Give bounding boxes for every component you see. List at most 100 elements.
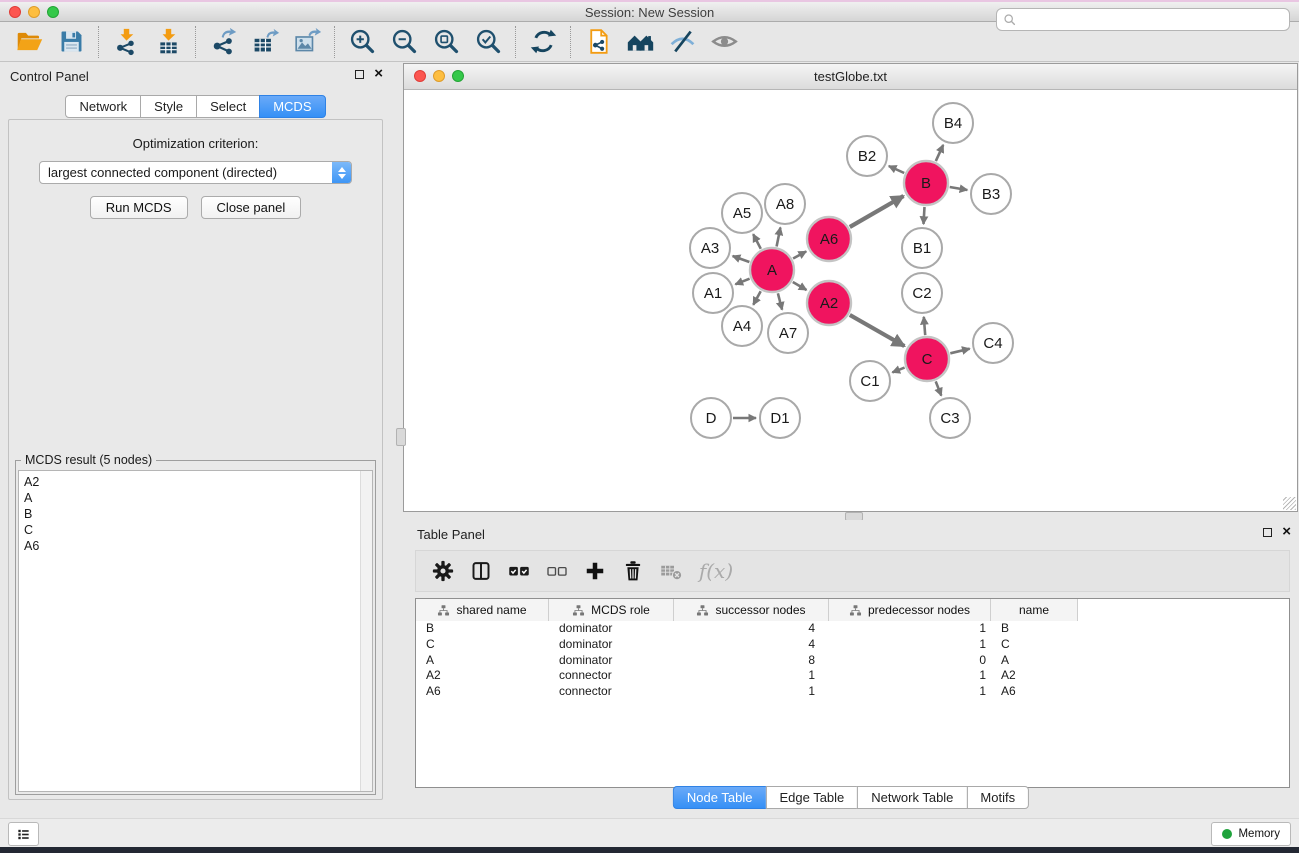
result-scrollbar[interactable]	[360, 471, 372, 791]
table-row[interactable]: Bdominator41B	[416, 621, 1289, 637]
select-all-button[interactable]	[500, 553, 538, 589]
result-item-c[interactable]: C	[24, 522, 372, 538]
table-cell[interactable]: B	[416, 621, 549, 637]
zoom-fit-button[interactable]	[425, 25, 467, 59]
table-cell[interactable]: 1	[829, 684, 991, 700]
import-network-button[interactable]	[105, 25, 147, 59]
table-row[interactable]: A6connector11A6	[416, 684, 1289, 700]
table-cell[interactable]: A6	[416, 684, 549, 700]
table-cell[interactable]: 8	[674, 653, 829, 669]
search-input[interactable]	[1020, 12, 1289, 28]
zoom-in-button[interactable]	[341, 25, 383, 59]
edge-B-B4[interactable]	[936, 145, 943, 161]
refresh-button[interactable]	[522, 25, 564, 59]
settings-button[interactable]	[424, 553, 462, 589]
tab-motifs[interactable]: Motifs	[966, 786, 1029, 809]
table-cell[interactable]: dominator	[549, 653, 674, 669]
show-columns-button[interactable]	[462, 553, 500, 589]
column-header-MCDS-role[interactable]: MCDS role	[549, 599, 674, 621]
table-cell[interactable]: A6	[991, 684, 1078, 700]
result-item-b[interactable]: B	[24, 506, 372, 522]
open-file-button[interactable]	[8, 25, 50, 59]
node-table[interactable]: shared nameMCDS rolesuccessor nodesprede…	[415, 598, 1290, 788]
table-cell[interactable]: 1	[829, 637, 991, 653]
tab-select[interactable]: Select	[196, 95, 260, 118]
edge-A-A2[interactable]	[793, 282, 807, 290]
tab-mcds[interactable]: MCDS	[259, 95, 325, 118]
edge-A-A5[interactable]	[753, 234, 761, 249]
table-cell[interactable]: 4	[674, 637, 829, 653]
table-cell[interactable]: 1	[674, 668, 829, 684]
table-row[interactable]: Adominator80A	[416, 653, 1289, 669]
network-overview-button[interactable]	[619, 25, 661, 59]
table-cell[interactable]: dominator	[549, 621, 674, 637]
column-header-successor-nodes[interactable]: successor nodes	[674, 599, 829, 621]
export-image-button[interactable]	[286, 25, 328, 59]
result-item-a2[interactable]: A2	[24, 474, 372, 490]
resize-grip[interactable]	[1283, 497, 1296, 510]
hide-graphics-button[interactable]	[661, 25, 703, 59]
network-canvas[interactable]: AA1A2A3A4A5A6A7A8BB1B2B3B4CC1C2C3C4DD1	[404, 89, 1297, 511]
table-cell[interactable]: 1	[674, 684, 829, 700]
close-panel-icon[interactable]: ×	[374, 68, 383, 80]
task-history-button[interactable]	[8, 822, 39, 846]
edge-A-A3[interactable]	[733, 256, 750, 262]
table-cell[interactable]: A2	[416, 668, 549, 684]
table-cell[interactable]: A	[991, 653, 1078, 669]
export-table-button[interactable]	[244, 25, 286, 59]
table-cell[interactable]: connector	[549, 684, 674, 700]
float-panel-icon[interactable]	[355, 70, 364, 79]
memory-button[interactable]: Memory	[1211, 822, 1291, 846]
add-row-button[interactable]	[576, 553, 614, 589]
zoom-out-button[interactable]	[383, 25, 425, 59]
edge-A6-B[interactable]	[850, 196, 904, 227]
result-item-a6[interactable]: A6	[24, 538, 372, 554]
edge-B-B2[interactable]	[889, 166, 904, 173]
close-table-panel-icon[interactable]: ×	[1282, 526, 1291, 538]
table-cell[interactable]: C	[991, 637, 1078, 653]
save-session-button[interactable]	[50, 25, 92, 59]
tab-style[interactable]: Style	[140, 95, 197, 118]
show-graphics-button[interactable]	[703, 25, 745, 59]
tab-edge-table[interactable]: Edge Table	[765, 786, 858, 809]
delete-row-button[interactable]	[614, 553, 652, 589]
table-cell[interactable]: C	[416, 637, 549, 653]
table-cell[interactable]: 1	[829, 668, 991, 684]
table-row[interactable]: Cdominator41C	[416, 637, 1289, 653]
table-cell[interactable]: 4	[674, 621, 829, 637]
run-mcds-button[interactable]: Run MCDS	[90, 196, 188, 219]
table-cell[interactable]: B	[991, 621, 1078, 637]
table-cell[interactable]: A	[416, 653, 549, 669]
edge-A-A6[interactable]	[793, 251, 806, 258]
import-table-button[interactable]	[147, 25, 189, 59]
edge-A-A8[interactable]	[777, 228, 781, 247]
result-item-a[interactable]: A	[24, 490, 372, 506]
search-box[interactable]	[996, 8, 1290, 31]
deselect-all-button[interactable]	[538, 553, 576, 589]
edge-A2-C[interactable]	[850, 315, 905, 346]
column-header-name[interactable]: name	[991, 599, 1078, 621]
close-panel-button[interactable]: Close panel	[201, 196, 302, 219]
mcds-result-list[interactable]: A2ABCA6	[18, 470, 373, 792]
edge-A-A7[interactable]	[778, 293, 782, 309]
network-window-titlebar[interactable]: testGlobe.txt	[404, 64, 1297, 90]
edge-A-A1[interactable]	[735, 279, 749, 285]
edge-C-C4[interactable]	[950, 349, 969, 354]
edge-C-C2[interactable]	[924, 317, 925, 335]
column-header-shared-name[interactable]: shared name	[416, 599, 549, 621]
edge-C-C1[interactable]	[892, 368, 904, 373]
table-row[interactable]: A2connector11A2	[416, 668, 1289, 684]
column-header-predecessor-nodes[interactable]: predecessor nodes	[829, 599, 991, 621]
table-cell[interactable]: connector	[549, 668, 674, 684]
tab-network[interactable]: Network	[65, 95, 141, 118]
edge-A-A4[interactable]	[753, 291, 760, 305]
table-cell[interactable]: dominator	[549, 637, 674, 653]
table-cell[interactable]: A2	[991, 668, 1078, 684]
edge-B-B1[interactable]	[924, 207, 925, 224]
tab-network-table[interactable]: Network Table	[857, 786, 967, 809]
table-cell[interactable]: 1	[829, 621, 991, 637]
table-cell[interactable]: 0	[829, 653, 991, 669]
tab-node-table[interactable]: Node Table	[673, 786, 767, 809]
new-session-button[interactable]	[577, 25, 619, 59]
edge-C-C3[interactable]	[936, 381, 942, 395]
